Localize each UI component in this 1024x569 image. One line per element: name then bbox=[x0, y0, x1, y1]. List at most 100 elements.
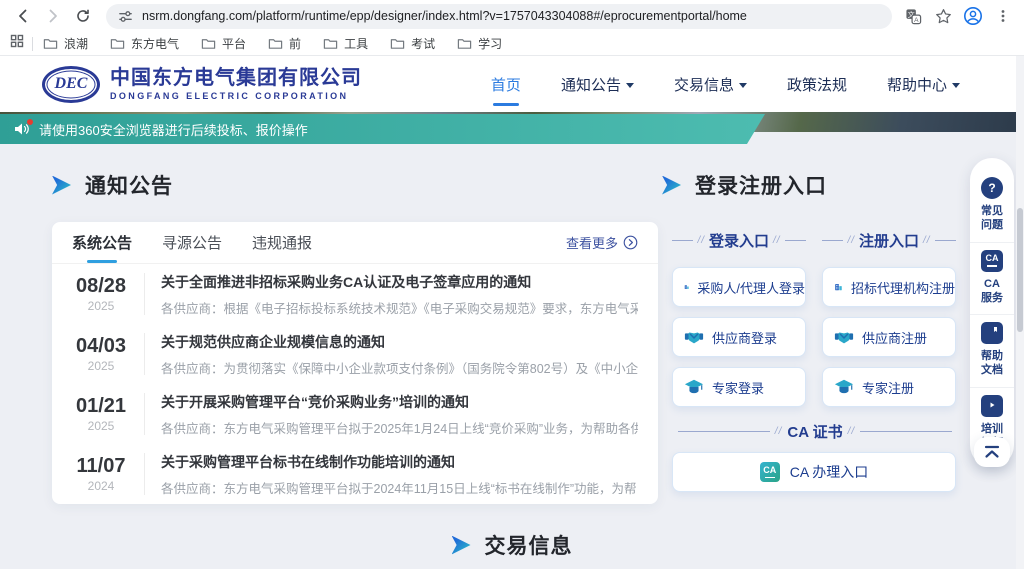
tab-violation-reports[interactable]: 违规通报 bbox=[252, 222, 312, 263]
company-name-cn: 中国东方电气集团有限公司 bbox=[110, 67, 362, 89]
menu-kebab-icon[interactable] bbox=[990, 3, 1016, 29]
announcement-ribbon: 请使用360安全浏览器进行后续投标、报价操作 bbox=[0, 114, 765, 144]
chevron-down-icon bbox=[952, 83, 960, 88]
notice-date: 11/07 2024 bbox=[72, 455, 130, 493]
notices-section: 通知公告 系统公告 寻源公告 违规通报 查看更多 08/28 2025 bbox=[52, 170, 658, 504]
bookmark-star-icon[interactable] bbox=[930, 3, 956, 29]
building-icon bbox=[834, 277, 843, 297]
folder-icon bbox=[268, 37, 283, 50]
notice-title: 关于规范供应商企业规模信息的通知 bbox=[161, 332, 638, 352]
translate-icon[interactable]: 文A bbox=[900, 3, 926, 29]
question-icon: ? bbox=[981, 177, 1003, 199]
notice-title: 关于全面推进非招标采购业务CA认证及电子签章应用的通知 bbox=[161, 272, 638, 292]
bookmark-folder[interactable]: 工具 bbox=[323, 35, 368, 52]
notice-desc: 各供应商：为贯彻落实《保障中小企业款项支付条例》（国务院令第802号）及《中小企… bbox=[161, 358, 638, 377]
bookmark-label: 平台 bbox=[222, 35, 246, 52]
svg-text:A: A bbox=[914, 16, 919, 23]
tab-sourcing-notices[interactable]: 寻源公告 bbox=[162, 222, 222, 263]
bookmark-folder[interactable]: 考试 bbox=[390, 35, 435, 52]
site-nav: 首页 通知公告 交易信息 政策法规 帮助中心 bbox=[491, 74, 960, 95]
bookmark-label: 学习 bbox=[478, 35, 502, 52]
tune-icon bbox=[118, 9, 133, 24]
bidding-agency-register-button[interactable]: 招标代理机构注册 bbox=[822, 267, 956, 307]
notice-title: 关于采购管理平台标书在线制作功能培训的通知 bbox=[161, 452, 638, 472]
notice-row[interactable]: 11/07 2024 关于采购管理平台标书在线制作功能培训的通知 各供应商：东方… bbox=[52, 444, 658, 504]
nav-item-trade-info[interactable]: 交易信息 bbox=[674, 74, 747, 95]
bookmark-folder[interactable]: 平台 bbox=[201, 35, 246, 52]
url-text: nsrm.dongfang.com/platform/runtime/epp/d… bbox=[142, 9, 747, 23]
folder-icon bbox=[201, 37, 216, 50]
login-section-title: 登录注册入口 bbox=[662, 170, 958, 200]
entry-buttons-grid: 采购人/代理人登录 招标代理机构注册 供应商登录 供应商注册 专家登录 bbox=[662, 267, 958, 407]
trade-info-section: 交易信息 bbox=[0, 530, 1024, 560]
forward-icon[interactable] bbox=[40, 3, 66, 29]
bookmark-folder[interactable]: 学习 bbox=[457, 35, 502, 52]
speaker-icon bbox=[14, 122, 30, 136]
handshake-icon bbox=[834, 327, 854, 347]
divider bbox=[144, 333, 145, 375]
bookmark-folder[interactable]: 东方电气 bbox=[110, 35, 179, 52]
notice-row[interactable]: 08/28 2025 关于全面推进非招标采购业务CA认证及电子签章应用的通知 各… bbox=[52, 264, 658, 324]
notice-date: 01/21 2025 bbox=[72, 395, 130, 433]
bookmarks-separator bbox=[32, 37, 33, 51]
building-icon bbox=[684, 277, 689, 297]
help-doc-icon bbox=[981, 322, 1003, 344]
notices-section-title: 通知公告 bbox=[52, 170, 658, 200]
company-logo[interactable]: DEC 中国东方电气集团有限公司 DONGFANG ELECTRIC CORPO… bbox=[42, 66, 362, 103]
ca-badge-icon: CA bbox=[760, 462, 780, 482]
folder-icon bbox=[457, 37, 472, 50]
notice-date: 04/03 2025 bbox=[72, 335, 130, 373]
screen: nsrm.dongfang.com/platform/runtime/epp/d… bbox=[0, 0, 1024, 569]
section-arrow-icon bbox=[662, 176, 681, 195]
chevron-down-icon bbox=[739, 83, 747, 88]
site-header: DEC 中国东方电气集团有限公司 DONGFANG ELECTRIC CORPO… bbox=[0, 56, 1024, 112]
folder-icon bbox=[110, 37, 125, 50]
nav-item-help-center[interactable]: 帮助中心 bbox=[887, 74, 960, 95]
bookmark-label: 工具 bbox=[344, 35, 368, 52]
expert-register-button[interactable]: 专家注册 bbox=[822, 367, 956, 407]
bookmark-folder[interactable]: 浪潮 bbox=[43, 35, 88, 52]
notices-card: 系统公告 寻源公告 违规通报 查看更多 08/28 2025 关于全 bbox=[52, 222, 658, 504]
ca-apply-button[interactable]: CA CA 办理入口 bbox=[672, 452, 956, 492]
faq-item[interactable]: ? 常见问题 bbox=[970, 170, 1014, 242]
graduation-cap-icon bbox=[684, 377, 704, 397]
page-scrollbar[interactable] bbox=[1016, 56, 1024, 569]
register-entry-header: // 注册入口 // bbox=[822, 230, 956, 251]
browser-toolbar: nsrm.dongfang.com/platform/runtime/epp/d… bbox=[0, 0, 1024, 32]
login-entry-header: // 登录入口 // bbox=[672, 230, 806, 251]
notice-row[interactable]: 01/21 2025 关于开展采购管理平台“竞价采购业务”培训的通知 各供应商：… bbox=[52, 384, 658, 444]
login-register-section: 登录注册入口 // 登录入口 // // 注册入口 // 采购人/代理人登录 bbox=[662, 170, 958, 492]
nav-item-policies[interactable]: 政策法规 bbox=[787, 74, 847, 95]
help-docs-item[interactable]: 帮助文档 bbox=[970, 314, 1014, 387]
back-to-top-button[interactable] bbox=[974, 437, 1010, 467]
floating-toolbar: ? 常见问题 CA CA服务 帮助文档 培训视频 bbox=[970, 158, 1014, 467]
supplier-register-button[interactable]: 供应商注册 bbox=[822, 317, 956, 357]
nav-item-notices[interactable]: 通知公告 bbox=[561, 74, 634, 95]
view-more-link[interactable]: 查看更多 bbox=[566, 233, 638, 252]
apps-grid-icon[interactable] bbox=[10, 34, 24, 53]
trade-info-title: 交易信息 bbox=[485, 530, 573, 560]
notice-desc: 各供应商：东方电气采购管理平台拟于2025年1月24日上线“竞价采购”业务，为帮… bbox=[161, 418, 638, 437]
chevron-down-icon bbox=[626, 83, 634, 88]
notice-row[interactable]: 04/03 2025 关于规范供应商企业规模信息的通知 各供应商：为贯彻落实《保… bbox=[52, 324, 658, 384]
training-video-icon bbox=[981, 395, 1003, 417]
nav-item-home[interactable]: 首页 bbox=[491, 74, 521, 95]
back-icon[interactable] bbox=[10, 3, 36, 29]
graduation-cap-icon bbox=[834, 377, 854, 397]
bookmark-folder[interactable]: 前 bbox=[268, 35, 301, 52]
divider bbox=[144, 273, 145, 315]
tab-system-notices[interactable]: 系统公告 bbox=[72, 222, 132, 263]
ca-service-item[interactable]: CA CA服务 bbox=[970, 242, 1014, 315]
purchaser-agent-login-button[interactable]: 采购人/代理人登录 bbox=[672, 267, 806, 307]
supplier-login-button[interactable]: 供应商登录 bbox=[672, 317, 806, 357]
reload-icon[interactable] bbox=[70, 3, 96, 29]
scrollbar-thumb[interactable] bbox=[1017, 208, 1023, 332]
address-bar[interactable]: nsrm.dongfang.com/platform/runtime/epp/d… bbox=[106, 4, 892, 29]
dec-logo-icon: DEC bbox=[42, 66, 100, 103]
profile-avatar-icon[interactable] bbox=[960, 3, 986, 29]
bookmark-label: 考试 bbox=[411, 35, 435, 52]
handshake-icon bbox=[684, 327, 704, 347]
expert-login-button[interactable]: 专家登录 bbox=[672, 367, 806, 407]
arrow-circle-icon bbox=[623, 235, 638, 250]
folder-icon bbox=[323, 37, 338, 50]
